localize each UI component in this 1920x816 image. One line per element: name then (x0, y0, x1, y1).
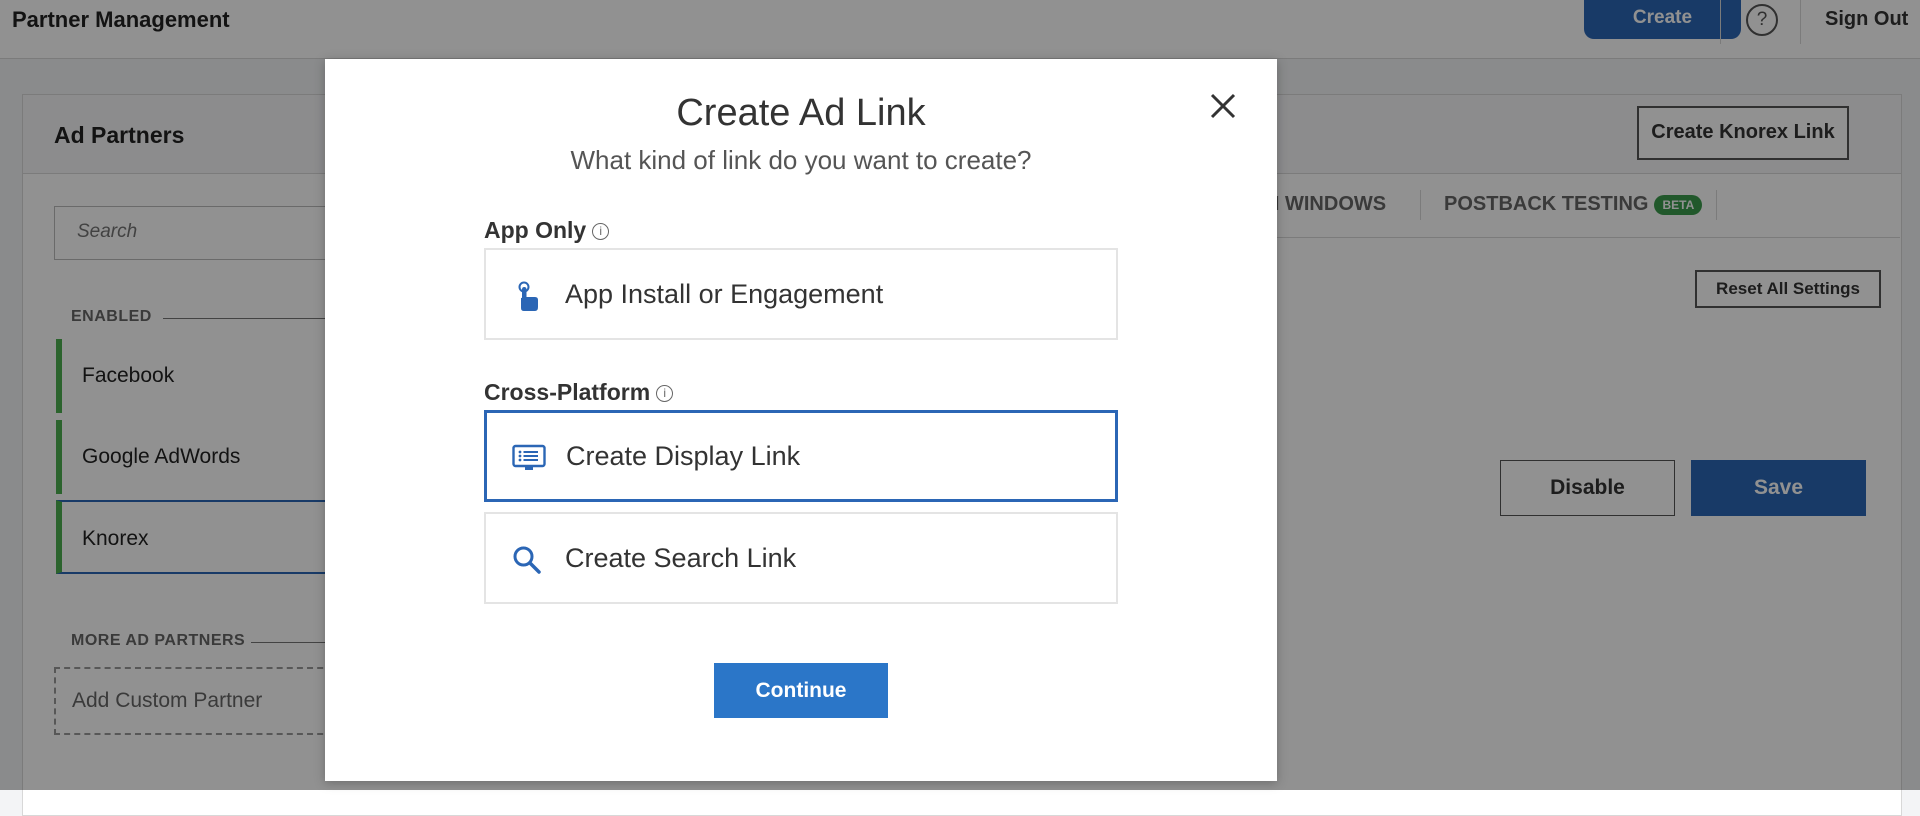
info-icon[interactable]: i (656, 385, 674, 403)
group-label-text: Cross-Platform (484, 379, 651, 405)
create-display-link-option[interactable]: Create Display Link (484, 410, 1118, 502)
create-search-link-option[interactable]: Create Search Link (484, 512, 1118, 604)
app-install-option[interactable]: App Install or Engagement (484, 248, 1118, 340)
modal-subtitle: What kind of link do you want to create? (570, 145, 1032, 175)
display-icon (512, 443, 546, 475)
group-label-text: App Only (484, 217, 587, 243)
tap-hand-icon (511, 280, 543, 312)
option-label: Create Display Link (566, 441, 801, 471)
app-only-label: App Only i (484, 217, 610, 244)
modal-title: Create Ad Link (676, 92, 926, 134)
option-label: Create Search Link (565, 543, 797, 573)
continue-button[interactable]: Continue (714, 663, 888, 718)
search-icon (511, 544, 543, 576)
info-icon[interactable]: i (592, 223, 610, 241)
option-label: App Install or Engagement (565, 279, 884, 309)
cross-platform-label: Cross-Platform i (484, 379, 674, 406)
